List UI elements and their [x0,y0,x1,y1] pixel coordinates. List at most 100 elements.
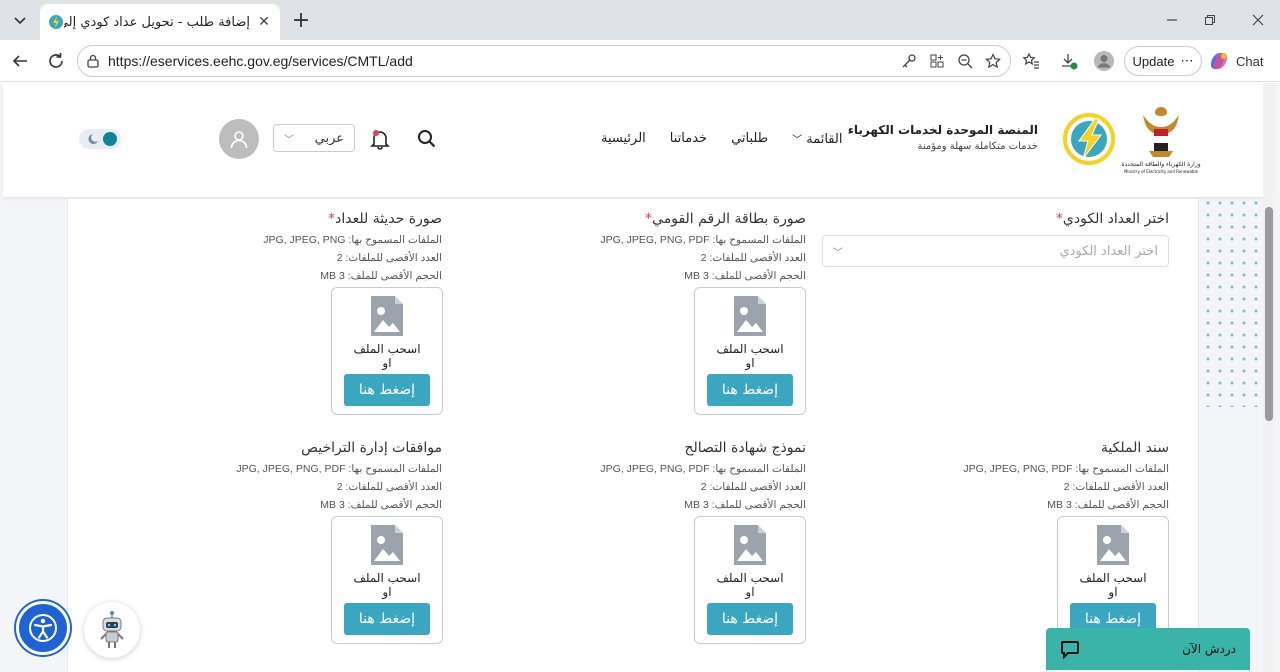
page-scrollbar[interactable] [1263,83,1275,672]
site-header: وزارة الكهرباء والطاقة المتجددة Ministry… [3,83,1274,198]
live-chat-label: دردش الآن [1182,642,1236,656]
apps-icon[interactable] [926,50,948,72]
max-files: العدد الأقصى للملفات: 2 [336,252,442,264]
tab-title: إضافة طلب - تحويل عداد كودي إلى [64,14,250,30]
favorites-icon[interactable] [1020,50,1042,72]
or-text: او [1108,585,1118,599]
address-toolbar: https://eservices.eehc.gov.eg/services/C… [0,40,1280,82]
nav-home[interactable]: الرئيسية [601,131,646,147]
allowed-types: الملفات المسموح بها: JPG, JPEG, PNG [263,234,442,246]
accessibility-button[interactable] [16,601,70,655]
browser-tab-strip: إضافة طلب - تحويل عداد كودي إلى ✕ + [0,0,1280,40]
image-file-icon [734,525,766,565]
nav-menu[interactable]: القائمة ﹀ [792,131,842,147]
scroll-thumb[interactable] [1265,207,1273,421]
dropzone-reconciliation[interactable]: اسحب الملف او إضغط هنا [694,516,806,644]
max-size: الحجم الأقصى للملف: 3 MB [684,270,806,282]
upload-field-reconciliation: نموذج شهادة التصالح الملفات المسموح بها:… [550,440,806,514]
user-avatar[interactable] [219,119,259,159]
robot-icon [100,611,124,648]
assistant-bot-button[interactable] [84,602,140,658]
brand-block: المنصة الموحدة لخدمات الكهرباء خدمات متك… [848,123,1038,152]
allowed-types: الملفات المسموح بها: JPG, JPEG, PNG, PDF [236,463,442,475]
image-file-icon [734,296,766,336]
moon-icon [88,132,117,146]
theme-toggle[interactable] [79,129,121,149]
max-files: العدد الأقصى للملفات: 2 [336,481,442,493]
language-select[interactable]: عربي ﹀ [273,124,355,152]
browse-button[interactable]: إضغط هنا [707,374,793,406]
chevron-down-icon: ﹀ [284,134,294,146]
drag-text: اسحب الملف [353,571,421,585]
upload-field-meter-photo: صورة حديثة للعداد* الملفات المسموح بها: … [186,211,442,285]
update-label: Update [1132,53,1175,69]
key-icon[interactable] [898,50,920,72]
browser-tab[interactable]: إضافة طلب - تحويل عداد كودي إلى ✕ [40,4,280,40]
live-chat-widget[interactable]: دردش الآن [1046,628,1250,670]
max-size: الحجم الأقصى للملف: 3 MB [320,270,442,282]
profile-icon[interactable] [1093,50,1115,72]
more-icon: ⋯ [1180,53,1194,68]
language-value: عربي [314,130,344,146]
main-nav: الرئيسية خدماتنا طلباتي القائمة ﹀ [601,131,842,147]
update-button[interactable]: Update ⋯ [1124,46,1202,76]
drag-text: اسحب الملف [353,342,421,356]
tab-list-button[interactable] [6,6,34,34]
star-icon[interactable] [982,50,1004,72]
nav-my-requests[interactable]: طلباتي [731,131,768,147]
copilot-chat-button[interactable]: Chat [1208,46,1274,76]
drag-text: اسحب الملف [716,571,784,585]
upload-label: صورة حديثة للعداد [335,211,442,227]
or-text: او [382,585,392,599]
upload-label: موافقات إدارة التراخيص [301,440,442,456]
arrow-left-icon [12,55,27,67]
new-tab-button[interactable]: + [287,6,315,34]
required-mark: * [1055,211,1063,227]
browse-button[interactable]: إضغط هنا [707,603,793,635]
or-text: او [382,356,392,370]
reload-button[interactable] [43,48,69,74]
chat-bubble-icon [1061,641,1079,659]
allowed-types: الملفات المسموح بها: JPG, JPEG, PNG, PDF [600,234,806,246]
nav-menu-label: القائمة [806,132,843,147]
window-close-icon[interactable] [1246,8,1270,32]
upload-label: صورة بطاقة الرقم القومي [652,211,806,227]
drag-text: اسحب الملف [716,342,784,356]
browse-button[interactable]: إضغط هنا [344,374,430,406]
upload-label: نموذج شهادة التصالح [684,440,806,456]
dropzone-ownership[interactable]: اسحب الملف او إضغط هنا [1057,516,1169,644]
dropzone-national-id[interactable]: اسحب الملف او إضغط هنا [694,287,806,415]
upload-field-licensing: موافقات إدارة التراخيص الملفات المسموح ب… [186,440,442,514]
upload-field-national-id: صورة بطاقة الرقم القومي* الملفات المسموح… [550,211,806,285]
meter-field: اختر العداد الكودي* [822,211,1169,227]
reload-icon [49,53,63,68]
download-icon[interactable] [1058,50,1080,72]
url-text: https://eservices.eehc.gov.eg/services/C… [108,53,413,69]
user-icon [230,131,248,149]
meter-select[interactable]: اختر العداد الكودي ﹀ [822,235,1169,267]
max-files: العدد الأقصى للملفات: 2 [700,252,806,264]
copilot-icon [1211,53,1227,69]
nav-services[interactable]: خدماتنا [670,131,707,147]
upload-label: سند الملكية [1100,440,1169,456]
search-icon[interactable] [416,128,438,150]
restore-icon[interactable] [1198,8,1222,32]
bell-icon[interactable] [369,128,391,150]
page-viewport: وزارة الكهرباء والطاقة المتجددة Ministry… [0,83,1280,672]
minimize-icon[interactable] [1160,8,1184,32]
zoom-out-icon[interactable] [954,50,976,72]
dropzone-meter-photo[interactable]: اسحب الملف او إضغط هنا [331,287,443,415]
drag-text: اسحب الملف [1079,571,1147,585]
allowed-types: الملفات المسموح بها: JPG, JPEG, PNG, PDF [963,463,1169,475]
svg-text:Ministry of Electricity and Re: Ministry of Electricity and Renewable [1124,169,1199,174]
allowed-types: الملفات المسموح بها: JPG, JPEG, PNG, PDF [600,463,806,475]
dropzone-licensing[interactable]: اسحب الملف او إضغط هنا [331,516,443,644]
url-bar[interactable]: https://eservices.eehc.gov.eg/services/C… [77,45,1011,77]
close-icon[interactable]: ✕ [256,14,272,30]
browse-button[interactable]: إضغط هنا [344,603,430,635]
back-button[interactable] [7,48,33,74]
upload-field-ownership: سند الملكية الملفات المسموح بها: JPG, JP… [913,440,1169,514]
lock-icon [87,54,99,68]
brand-subtitle: خدمات متكاملة سهلة ومؤمنة [917,141,1038,152]
max-size: الحجم الأقصى للملف: 3 MB [1047,499,1169,511]
